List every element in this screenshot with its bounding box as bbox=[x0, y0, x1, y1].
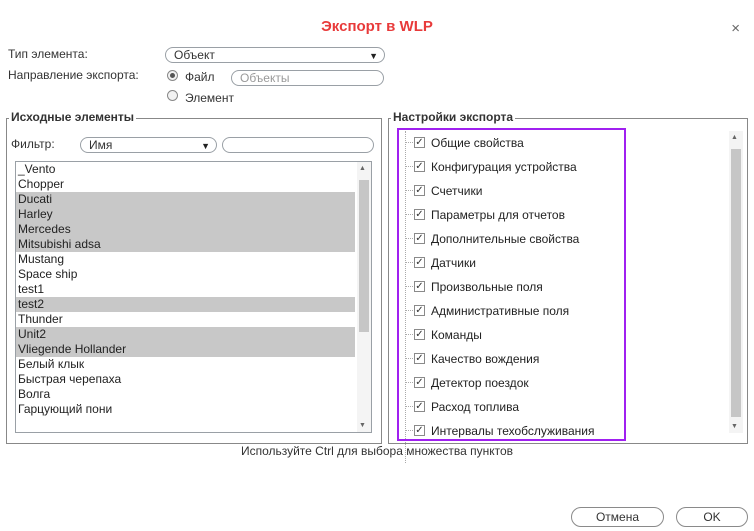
list-item[interactable]: Волга bbox=[16, 387, 355, 402]
settings-item-label: Датчики bbox=[431, 256, 476, 270]
settings-tree-item[interactable]: ✓ Качество вождения bbox=[397, 347, 753, 371]
file-name-placeholder: Объекты bbox=[240, 71, 290, 85]
export-settings-group: Настройки экспорта ✓ Общие свойства ✓ Конфи… bbox=[388, 110, 748, 463]
source-elements-list[interactable]: _Vento Chopper Ducati Harley Mercedes Mitsubi… bbox=[15, 161, 372, 433]
list-item[interactable]: Space ship bbox=[16, 267, 355, 282]
list-item[interactable]: Быстрая черепаха bbox=[16, 372, 355, 387]
settings-item-label: Интервалы техобслуживания bbox=[431, 424, 595, 438]
dialog-title: Экспорт в WLP bbox=[321, 18, 433, 35]
filter-field-value: Имя bbox=[89, 138, 113, 152]
list-item[interactable]: Vliegende Hollander bbox=[16, 342, 355, 357]
settings-tree-item[interactable]: ✓ Счетчики bbox=[397, 179, 753, 203]
settings-tree-item[interactable]: ✓ Параметры для отчетов bbox=[397, 203, 753, 227]
settings-item-label: Расход топлива bbox=[431, 400, 520, 414]
checkbox-checked[interactable]: ✓ bbox=[414, 353, 425, 364]
settings-scroll-thumb[interactable] bbox=[731, 149, 741, 417]
scroll-down-icon[interactable]: ▼ bbox=[731, 423, 738, 430]
list-item[interactable]: test2 bbox=[16, 297, 355, 312]
list-item[interactable]: Chopper bbox=[16, 177, 355, 192]
filter-field-select[interactable]: Имя ▼ bbox=[80, 137, 217, 153]
chevron-down-icon: ▼ bbox=[201, 141, 210, 151]
radio-file[interactable] bbox=[167, 70, 178, 81]
filter-input[interactable] bbox=[222, 137, 374, 153]
checkbox-checked[interactable]: ✓ bbox=[414, 257, 425, 268]
source-elements-legend: Исходные элементы bbox=[9, 110, 137, 124]
checkbox-checked[interactable]: ✓ bbox=[414, 425, 425, 436]
radio-element-label: Элемент bbox=[185, 91, 234, 105]
list-scroll-thumb[interactable] bbox=[359, 180, 369, 332]
checkbox-checked[interactable]: ✓ bbox=[414, 233, 425, 244]
settings-item-label: Параметры для отчетов bbox=[431, 208, 565, 222]
settings-tree-item[interactable]: ✓ Команды bbox=[397, 323, 753, 347]
settings-item-label: Детектор поездок bbox=[431, 376, 529, 390]
cancel-button[interactable]: Отмена bbox=[571, 507, 664, 527]
checkbox-checked[interactable]: ✓ bbox=[414, 401, 425, 412]
settings-item-label: Общие свойства bbox=[431, 136, 524, 150]
source-list-items: _Vento Chopper Ducati Harley Mercedes Mitsubi… bbox=[16, 162, 371, 417]
settings-tree-item[interactable]: ✓ Административные поля bbox=[397, 299, 753, 323]
checkbox-checked[interactable]: ✓ bbox=[414, 377, 425, 388]
filter-label: Фильтр: bbox=[11, 137, 55, 151]
settings-tree-item[interactable]: ✓ Общие свойства bbox=[397, 131, 753, 155]
checkbox-checked[interactable]: ✓ bbox=[414, 185, 425, 196]
multi-select-hint: Используйте Ctrl для выбора множества пу… bbox=[240, 444, 514, 458]
settings-item-label: Дополнительные свойства bbox=[431, 232, 580, 246]
source-elements-group: Исходные элементы Фильтр: Имя ▼ _Vento Ch… bbox=[6, 110, 382, 444]
element-type-select[interactable]: Объект ▼ bbox=[165, 47, 385, 63]
settings-tree-item[interactable]: ✓ Расход топлива bbox=[397, 395, 753, 419]
settings-tree-item[interactable]: ✓ Конфигурация устройства bbox=[397, 155, 753, 179]
settings-tree-item[interactable]: ✓ Интервалы техобслуживания bbox=[397, 419, 753, 443]
checkbox-checked[interactable]: ✓ bbox=[414, 281, 425, 292]
scroll-up-icon[interactable]: ▲ bbox=[731, 134, 738, 141]
checkbox-checked[interactable]: ✓ bbox=[414, 137, 425, 148]
list-item[interactable]: Mitsubishi adsa bbox=[16, 237, 355, 252]
settings-item-label: Команды bbox=[431, 328, 482, 342]
settings-scrollbar[interactable]: ▲ ▼ bbox=[729, 131, 743, 433]
element-type-value: Объект bbox=[174, 48, 215, 62]
chevron-down-icon: ▼ bbox=[369, 51, 378, 61]
list-item[interactable]: Unit2 bbox=[16, 327, 355, 342]
close-icon[interactable]: × bbox=[731, 20, 740, 37]
list-item[interactable]: Mustang bbox=[16, 252, 355, 267]
list-item[interactable]: Thunder bbox=[16, 312, 355, 327]
list-item[interactable]: Белый клык bbox=[16, 357, 355, 372]
settings-tree-item[interactable]: ✓ Произвольные поля bbox=[397, 275, 753, 299]
checkbox-checked[interactable]: ✓ bbox=[414, 161, 425, 172]
list-item[interactable]: Гарцующий пони bbox=[16, 402, 355, 417]
ok-button[interactable]: OK bbox=[676, 507, 748, 527]
checkbox-checked[interactable]: ✓ bbox=[414, 305, 425, 316]
settings-item-label: Качество вождения bbox=[431, 352, 540, 366]
list-scrollbar[interactable]: ▲ ▼ bbox=[357, 162, 371, 432]
radio-file-label: Файл bbox=[185, 70, 215, 84]
list-item[interactable]: Ducati bbox=[16, 192, 355, 207]
element-type-label: Тип элемента: bbox=[8, 47, 88, 61]
checkbox-checked[interactable]: ✓ bbox=[414, 209, 425, 220]
list-item[interactable]: Harley bbox=[16, 207, 355, 222]
list-item[interactable]: Mercedes bbox=[16, 222, 355, 237]
export-direction-label: Направление экспорта: bbox=[8, 68, 139, 82]
settings-tree-item[interactable]: ✓ Датчики bbox=[397, 251, 753, 275]
export-dialog: Экспорт в WLP × Тип элемента: Объект ▼ Н… bbox=[0, 0, 754, 531]
scroll-up-icon[interactable]: ▲ bbox=[359, 165, 366, 172]
settings-item-label: Произвольные поля bbox=[431, 280, 543, 294]
settings-item-label: Конфигурация устройства bbox=[431, 160, 577, 174]
settings-item-label: Административные поля bbox=[431, 304, 570, 318]
radio-element[interactable] bbox=[167, 90, 178, 101]
settings-tree-item[interactable]: ✓ Дополнительные свойства bbox=[397, 227, 753, 251]
list-item[interactable]: _Vento bbox=[16, 162, 355, 177]
export-settings-tree: ✓ Общие свойства ✓ Конфигурация устройства ✓… bbox=[397, 131, 753, 463]
settings-item-label: Счетчики bbox=[431, 184, 483, 198]
list-item[interactable]: test1 bbox=[16, 282, 355, 297]
checkbox-checked[interactable]: ✓ bbox=[414, 329, 425, 340]
export-settings-legend: Настройки экспорта bbox=[391, 110, 516, 124]
settings-tree-item[interactable]: ✓ Детектор поездок bbox=[397, 371, 753, 395]
settings-list-items: ✓ Общие свойства ✓ Конфигурация устройства ✓… bbox=[397, 131, 753, 443]
file-name-input[interactable]: Объекты bbox=[231, 70, 384, 86]
scroll-down-icon[interactable]: ▼ bbox=[359, 422, 366, 429]
